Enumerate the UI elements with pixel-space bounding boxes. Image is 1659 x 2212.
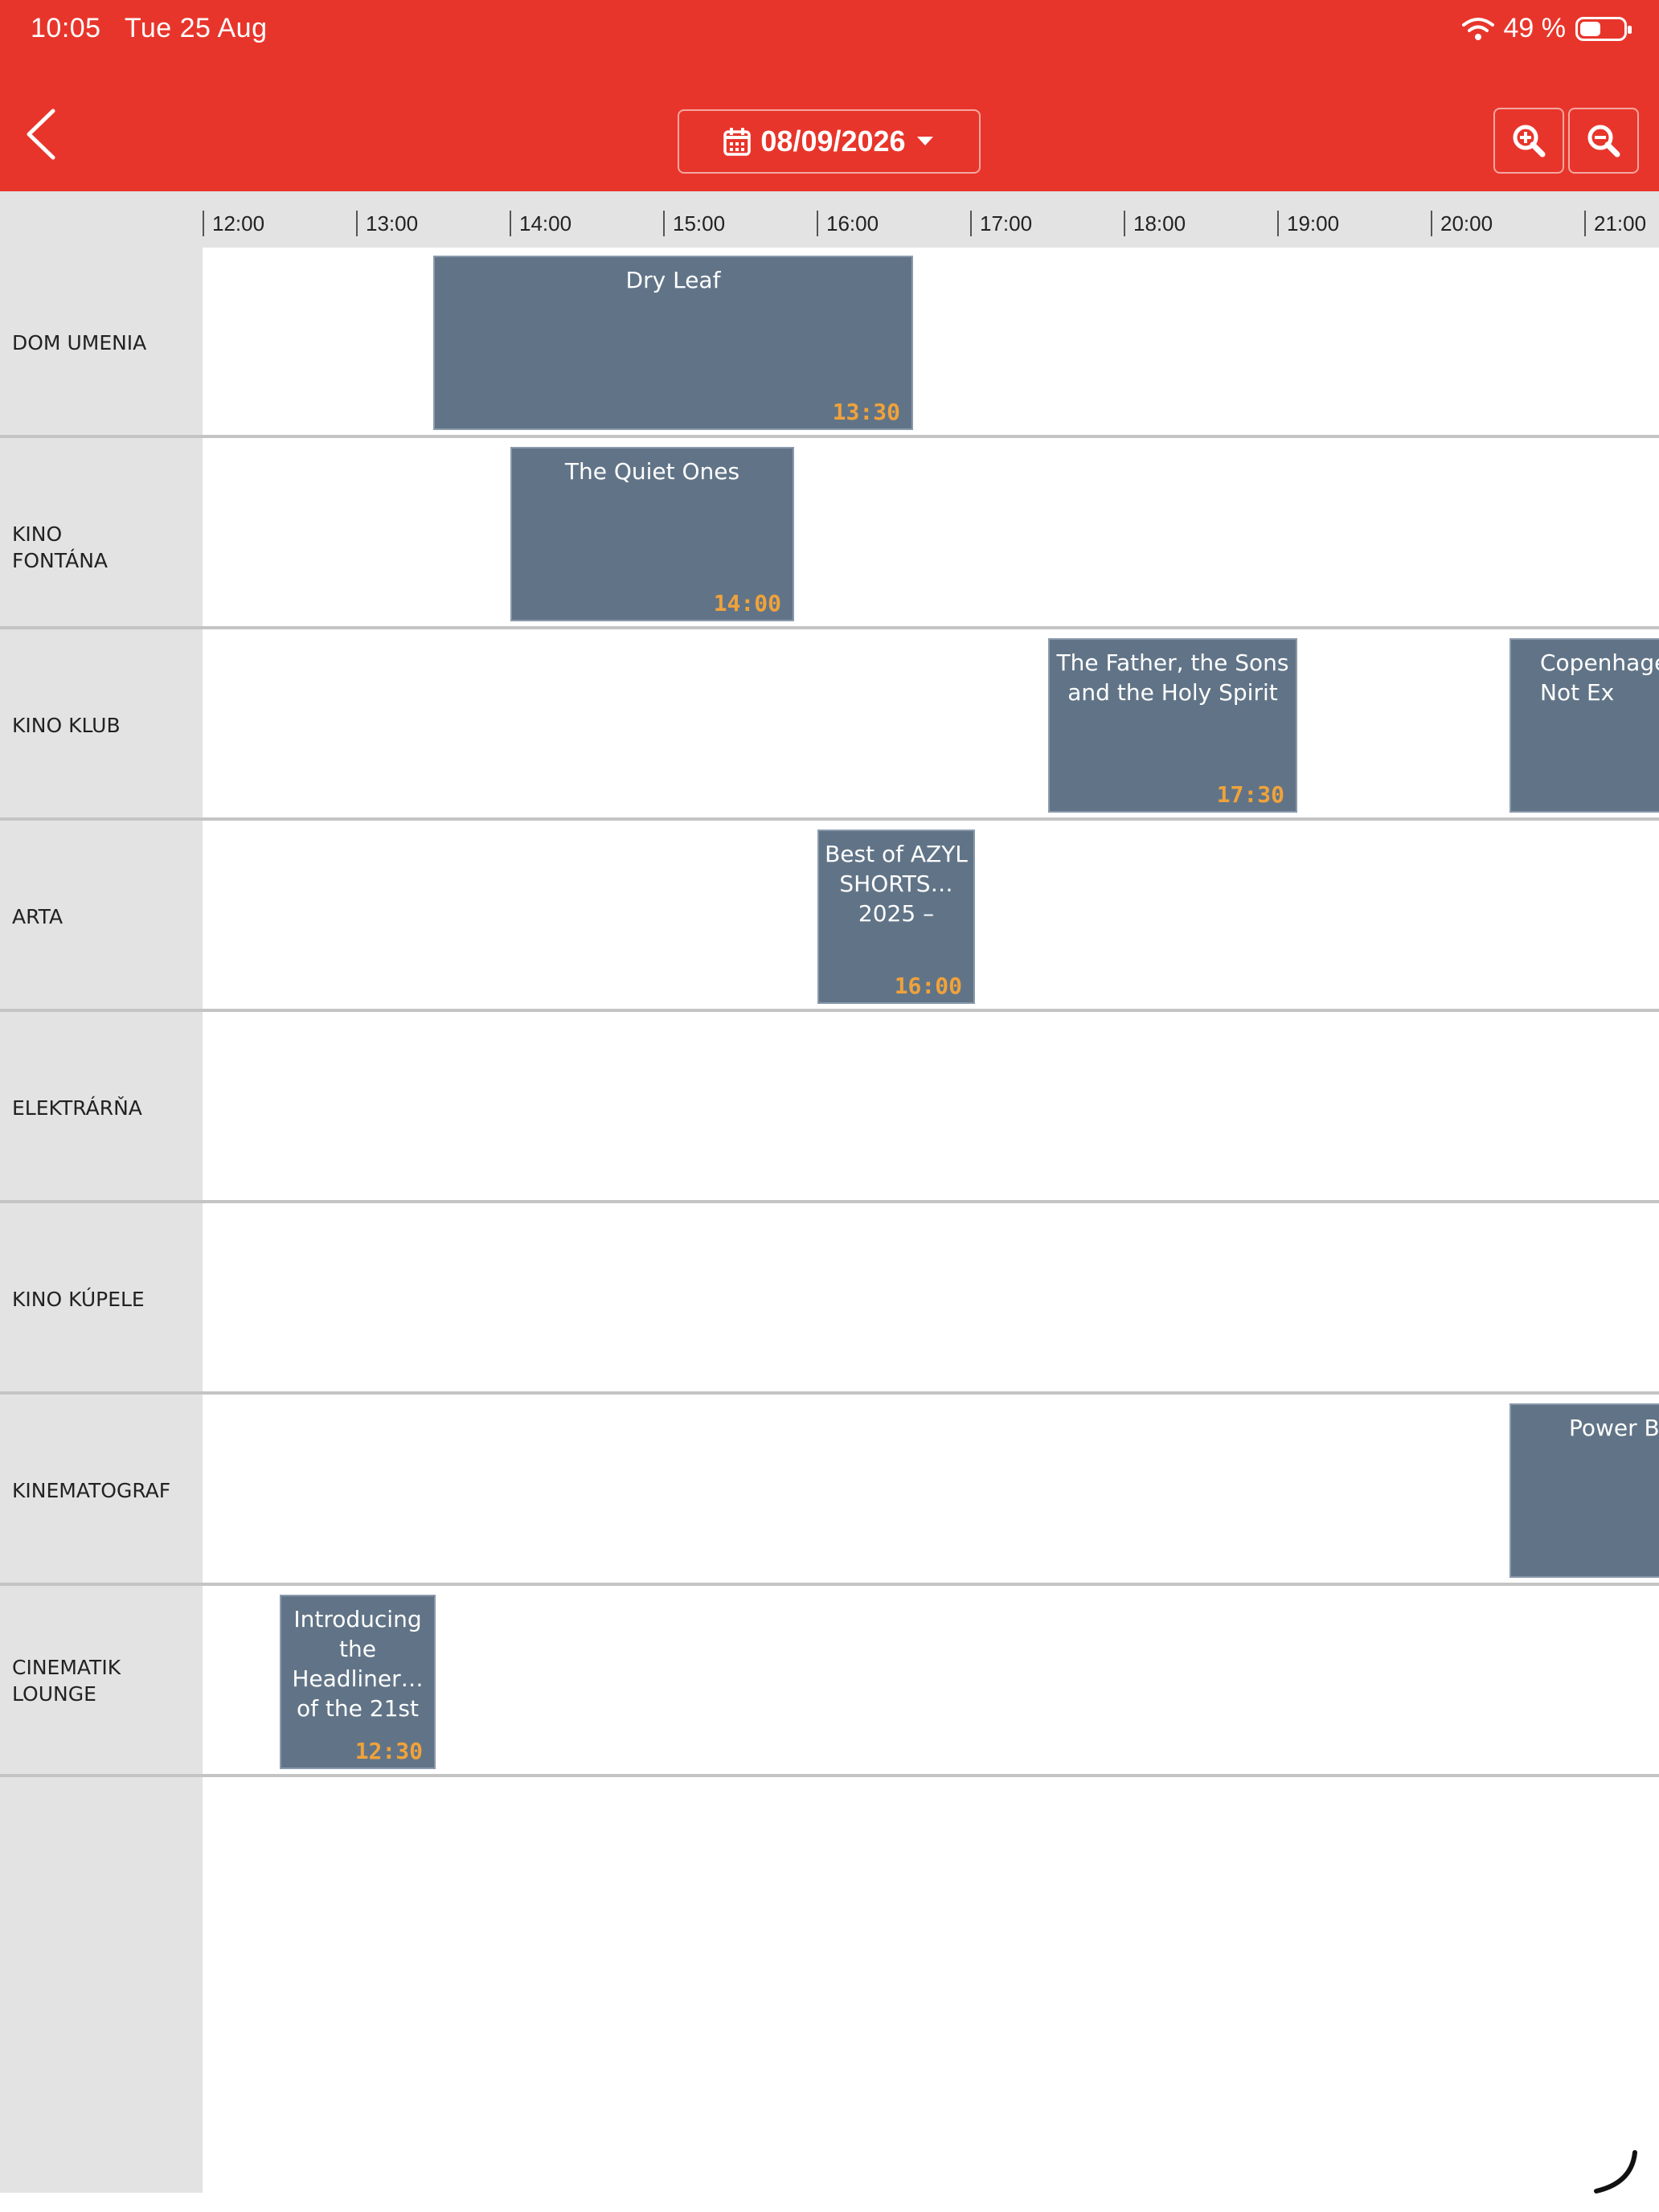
- selected-date: 08/09/2026: [760, 125, 906, 158]
- event-block[interactable]: Power B: [1509, 1403, 1659, 1578]
- venue-label: CINEMATIK LOUNGE: [12, 1656, 121, 1706]
- row-divider: [0, 1774, 1659, 1777]
- wifi-icon: [1461, 17, 1494, 40]
- zoom-in-button[interactable]: [1493, 108, 1564, 174]
- row-divider: [0, 1391, 1659, 1395]
- status-date: Tue 25 Aug: [124, 13, 268, 43]
- zoom-in-icon: [1513, 125, 1546, 158]
- event-time: 13:30: [832, 399, 900, 425]
- row-divider: [0, 1009, 1659, 1012]
- event-time: 14:00: [713, 590, 781, 616]
- status-indicators: 49 %: [1461, 13, 1632, 44]
- hour-tick: 18:00: [1124, 211, 1186, 236]
- hour-tick: 15:00: [663, 211, 725, 236]
- loading-spinner-icon: [1594, 2150, 1637, 2194]
- event-title: Power B: [1569, 1415, 1659, 1441]
- event-time: 16:00: [894, 973, 962, 999]
- row-divider: [0, 435, 1659, 438]
- event-title: Dry Leaf: [625, 267, 721, 293]
- back-button[interactable]: [21, 106, 63, 162]
- hour-tick: 17:00: [970, 211, 1032, 236]
- hour-tick: 12:00: [203, 211, 264, 236]
- event-block[interactable]: The Father, the Sons and the Holy Spirit…: [1048, 638, 1297, 813]
- event-block[interactable]: Introducing the Headliner… of the 21st 1…: [280, 1595, 436, 1769]
- chevron-left-icon: [27, 109, 55, 160]
- battery-percent: 49 %: [1503, 13, 1567, 43]
- hour-tick: 20:00: [1431, 211, 1493, 236]
- row-divider: [0, 1583, 1659, 1586]
- date-picker-button[interactable]: 08/09/2026: [678, 109, 981, 174]
- hour-tick: 16:00: [817, 211, 879, 236]
- app-header: 10:05 Tue 25 Aug 49 % 08/09/2026: [0, 0, 1659, 191]
- venue-label: DOM UMENIA: [12, 331, 147, 354]
- event-title: The Quiet Ones: [564, 458, 740, 485]
- row-divider: [0, 817, 1659, 821]
- status-time: 10:05 Tue 25 Aug: [31, 13, 267, 44]
- event-title: Copenhage Not Ex: [1540, 649, 1659, 706]
- event-block[interactable]: Best of AZYL SHORTS… 2025 – 16:00: [817, 830, 975, 1004]
- venue-label: KINO KLUB: [12, 714, 121, 737]
- zoom-out-button[interactable]: [1568, 108, 1639, 174]
- event-block[interactable]: Copenhage Not Ex: [1509, 638, 1659, 813]
- event-block[interactable]: The Quiet Ones 14:00: [510, 447, 794, 621]
- venue-label: KINEMATOGRAF: [12, 1479, 171, 1502]
- event-title: Introducing the Headliner… of the 21st: [292, 1606, 424, 1722]
- row-divider: [0, 1200, 1659, 1203]
- venue-label: ELEKTRÁRŇA: [12, 1096, 142, 1120]
- venue-label: KINO KÚPELE: [12, 1288, 145, 1311]
- hour-tick: 14:00: [510, 211, 571, 236]
- event-time: 17:30: [1216, 781, 1284, 808]
- battery-icon: [1575, 16, 1632, 41]
- battery-level: [1580, 21, 1600, 36]
- hour-tick: 21:00: [1584, 211, 1646, 236]
- calendar-icon: [723, 128, 752, 156]
- hour-tick: 13:00: [356, 211, 418, 236]
- row-divider: [0, 626, 1659, 629]
- zoom-out-icon: [1587, 125, 1620, 158]
- hour-tick: 19:00: [1277, 211, 1339, 236]
- event-title: Best of AZYL SHORTS… 2025 –: [825, 841, 968, 927]
- caret-down-icon: [916, 137, 933, 145]
- status-clock: 10:05: [31, 13, 101, 43]
- venue-label: KINO FONTÁNA: [12, 522, 108, 572]
- event-title: The Father, the Sons and the Holy Spirit: [1056, 649, 1289, 706]
- event-time: 12:30: [354, 1738, 423, 1764]
- event-block[interactable]: Dry Leaf 13:30: [433, 256, 913, 430]
- venue-label: ARTA: [12, 905, 63, 928]
